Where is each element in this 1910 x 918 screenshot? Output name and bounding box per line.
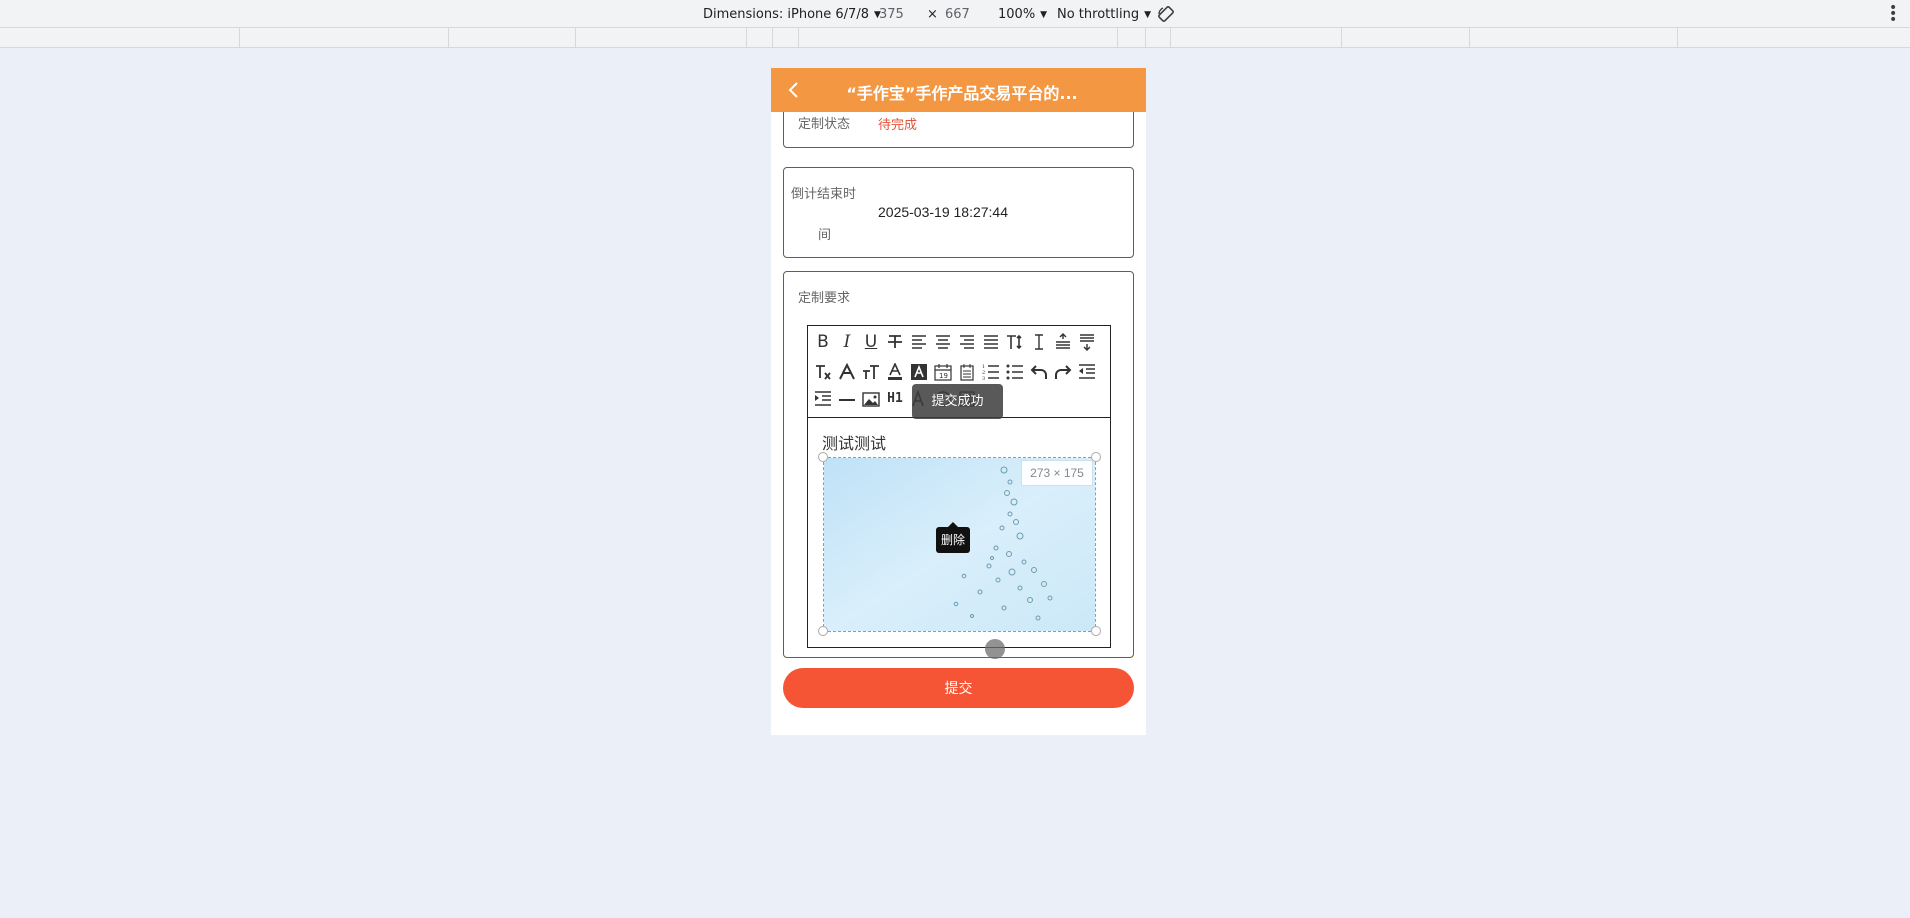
media-query-ruler xyxy=(0,28,1910,48)
redo-icon[interactable] xyxy=(1052,361,1074,383)
page-title: “手作宝”手作产品交易平台的... xyxy=(846,84,1078,103)
italic-icon[interactable]: I xyxy=(836,331,858,353)
chevron-left-icon[interactable] xyxy=(783,79,805,101)
requirement-card: 定制要求 B I U 19 1 2 3 H1 测试测试 273 × 175 删除 xyxy=(783,271,1134,658)
phone-viewport: 定制状态 待完成 倒计结束时 间 2025-03-19 18:27:44 定制要… xyxy=(771,68,1146,735)
font-size-icon[interactable] xyxy=(1004,331,1026,353)
font-family-icon[interactable] xyxy=(836,361,858,383)
device-select[interactable]: Dimensions: iPhone 6/7/8 ▼ xyxy=(703,7,881,22)
clear-format-icon[interactable] xyxy=(812,361,834,383)
horizontal-rule-icon[interactable] xyxy=(836,388,858,410)
svg-text:19: 19 xyxy=(939,372,948,380)
touch-cursor xyxy=(985,639,1005,659)
align-center-icon[interactable] xyxy=(932,331,954,353)
zoom-select[interactable]: 100% ▼ xyxy=(998,7,1047,22)
resize-handle-top-left[interactable] xyxy=(818,452,828,462)
height-input[interactable]: 667 xyxy=(945,7,970,22)
resize-handle-bottom-right[interactable] xyxy=(1091,626,1101,636)
editor-content-text[interactable]: 测试测试 xyxy=(822,430,886,454)
undo-icon[interactable] xyxy=(1028,361,1050,383)
align-left-icon[interactable] xyxy=(908,331,930,353)
countdown-label-line1: 倒计结束时 xyxy=(791,187,857,202)
countdown-value: 2025-03-19 18:27:44 xyxy=(878,204,1008,220)
dropdown-caret-icon: ▼ xyxy=(1144,10,1151,20)
paragraph-space-bottom-icon[interactable] xyxy=(1076,331,1098,353)
status-label: 定制状态 xyxy=(798,117,851,132)
submit-button[interactable]: 提交 xyxy=(783,668,1134,708)
text-size-icon[interactable] xyxy=(860,361,882,383)
kebab-menu-icon[interactable]: • • • xyxy=(1889,1,1897,27)
dropdown-caret-icon: ▼ xyxy=(1040,10,1048,20)
line-height-icon[interactable] xyxy=(1028,331,1050,353)
image-icon[interactable] xyxy=(860,388,882,410)
underline-icon[interactable]: U xyxy=(860,331,882,353)
strikethrough-icon[interactable] xyxy=(884,331,906,353)
countdown-label-line2: 间 xyxy=(818,228,832,243)
ordered-list-icon[interactable]: 123 xyxy=(980,361,1002,383)
requirement-label: 定制要求 xyxy=(798,291,851,306)
status-value: 待完成 xyxy=(878,118,918,133)
countdown-card: 倒计结束时 间 2025-03-19 18:27:44 xyxy=(783,167,1134,258)
background-color-icon[interactable] xyxy=(908,361,930,383)
success-toast: 提交成功 xyxy=(912,384,1003,419)
rotate-icon[interactable] xyxy=(1157,5,1175,23)
align-right-icon[interactable] xyxy=(956,331,978,353)
delete-image-button[interactable]: 删除 xyxy=(936,522,970,553)
rich-text-editor[interactable]: B I U 19 123 H1 测试测试 273 × 175 删除 xyxy=(807,325,1111,648)
bold-icon[interactable]: B xyxy=(812,331,834,353)
indent-icon[interactable] xyxy=(812,388,834,410)
time-icon[interactable] xyxy=(956,361,978,383)
devtools-device-toolbar: Dimensions: iPhone 6/7/8 ▼ 375 × 667 100%… xyxy=(0,0,1910,28)
header-bar: “手作宝”手作产品交易平台的... xyxy=(771,68,1146,112)
resize-handle-bottom-left[interactable] xyxy=(818,626,828,636)
heading-icon[interactable]: H1 xyxy=(884,388,906,410)
times-sign: × xyxy=(927,7,938,22)
outdent-icon[interactable] xyxy=(1076,361,1098,383)
date-icon[interactable]: 19 xyxy=(932,361,954,383)
paragraph-space-top-icon[interactable] xyxy=(1052,331,1074,353)
align-justify-icon[interactable] xyxy=(980,331,1002,353)
font-color-icon[interactable] xyxy=(884,361,906,383)
image-size-label: 273 × 175 xyxy=(1021,460,1093,486)
svg-text:3: 3 xyxy=(982,376,985,381)
unordered-list-icon[interactable] xyxy=(1004,361,1026,383)
throttling-select[interactable]: No throttling ▼ xyxy=(1057,7,1151,22)
width-input[interactable]: 375 xyxy=(879,7,904,22)
